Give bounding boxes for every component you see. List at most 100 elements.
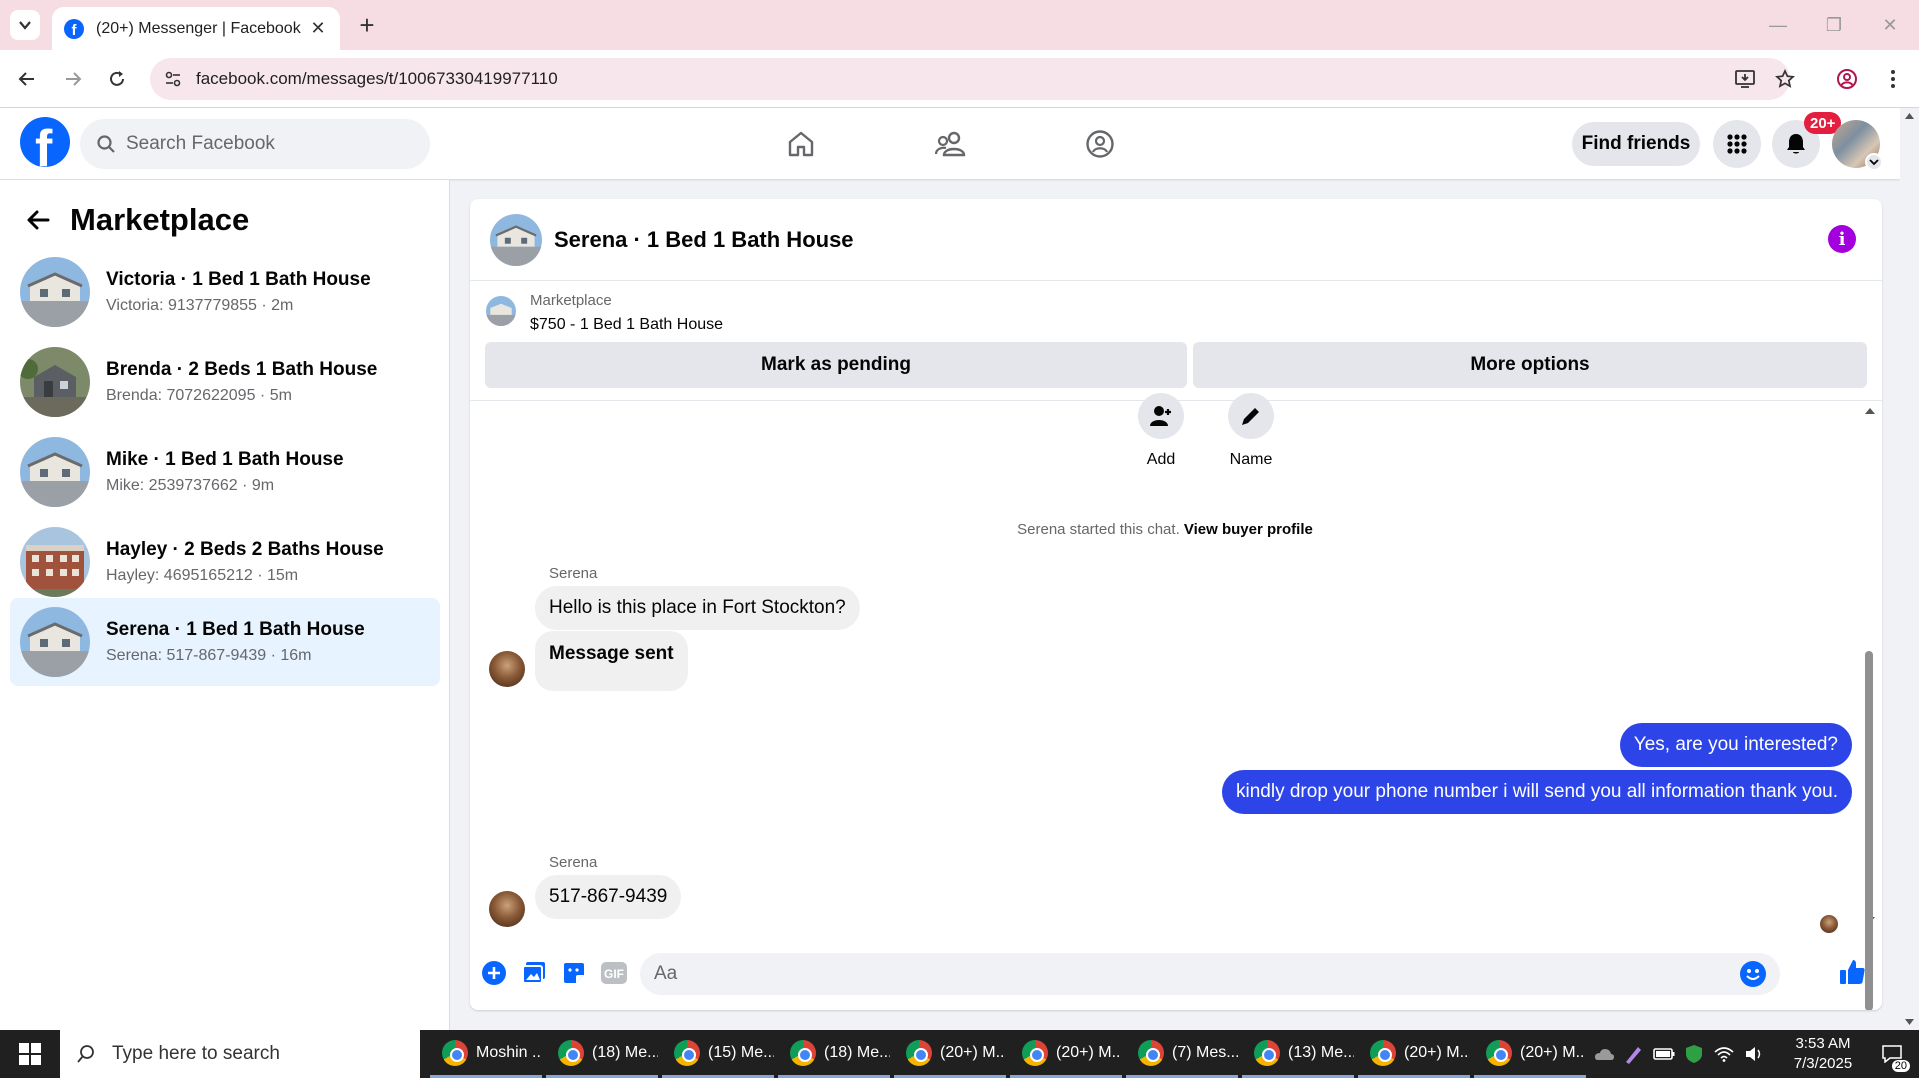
message-input-box[interactable] bbox=[640, 953, 1780, 995]
arrow-right-icon bbox=[66, 72, 82, 86]
bookmark-star-icon[interactable] bbox=[1770, 64, 1800, 94]
browser-tab-active[interactable]: f (20+) Messenger | Facebook ✕ bbox=[52, 7, 340, 50]
conversation-item[interactable]: Brenda · 2 Beds 1 Bath House Brenda: 707… bbox=[10, 338, 440, 426]
taskbar-app[interactable]: (20+) M... bbox=[894, 1030, 1006, 1078]
pencil-icon bbox=[1228, 393, 1274, 439]
message-bubble-incoming[interactable]: Message sent bbox=[535, 631, 688, 691]
conversation-name: Hayley · 2 Beds 2 Baths House bbox=[106, 539, 384, 560]
tab-search-button[interactable] bbox=[10, 10, 40, 40]
more-options-button[interactable]: More options bbox=[1193, 342, 1867, 388]
name-action[interactable]: Name bbox=[1211, 393, 1291, 469]
message-input[interactable] bbox=[654, 963, 1714, 985]
add-action[interactable]: Add bbox=[1121, 393, 1201, 469]
volume-icon[interactable] bbox=[1740, 1030, 1768, 1078]
conversation-item-selected[interactable]: Serena · 1 Bed 1 Bath House Serena: 517-… bbox=[10, 598, 440, 686]
onedrive-cloud-icon[interactable] bbox=[1590, 1030, 1618, 1078]
facebook-search[interactable] bbox=[80, 119, 430, 169]
address-bar[interactable]: facebook.com/messages/t/1006733041997711… bbox=[150, 58, 1790, 100]
conversation-item[interactable]: Mike · 1 Bed 1 Bath House Mike: 25397376… bbox=[10, 428, 440, 516]
tab-close-icon[interactable]: ✕ bbox=[308, 18, 328, 39]
chrome-icon bbox=[442, 1039, 468, 1066]
house-thumbnail bbox=[20, 347, 90, 417]
mark-as-pending-button[interactable]: Mark as pending bbox=[485, 342, 1187, 388]
page-scrollbar[interactable] bbox=[1900, 108, 1919, 1030]
svg-text:GIF: GIF bbox=[604, 967, 624, 981]
search-icon bbox=[97, 135, 115, 153]
taskbar-app[interactable]: (20+) M... bbox=[1010, 1030, 1122, 1078]
message-bubble-incoming[interactable]: Hello is this place in Fort Stockton? bbox=[535, 586, 860, 630]
marketplace-sidebar: Marketplace Victoria · 1 Bed 1 Bath Hous… bbox=[0, 180, 450, 1030]
conversation-item[interactable]: Victoria · 1 Bed 1 Bath House Victoria: … bbox=[10, 248, 440, 336]
window-close-button[interactable]: ✕ bbox=[1862, 0, 1918, 50]
friends-icon[interactable] bbox=[927, 120, 975, 168]
browser-menu-icon[interactable] bbox=[1878, 64, 1908, 94]
taskbar-app[interactable]: (18) Me... bbox=[778, 1030, 890, 1078]
taskbar-app[interactable]: (20+) M... bbox=[1358, 1030, 1470, 1078]
sender-name: Serena bbox=[549, 854, 598, 871]
thumbs-up-icon[interactable] bbox=[1836, 956, 1868, 988]
chat-avatar[interactable] bbox=[490, 213, 542, 266]
message-bubble-outgoing[interactable]: kindly drop your phone number i will sen… bbox=[1222, 770, 1852, 814]
conversation-preview: Mike: 2539737662 · 9m bbox=[106, 477, 275, 494]
sender-avatar[interactable] bbox=[489, 651, 525, 687]
sticker-icon[interactable] bbox=[559, 958, 589, 988]
taskbar-app[interactable]: (7) Mes... bbox=[1126, 1030, 1238, 1078]
gif-icon[interactable]: GIF bbox=[599, 958, 629, 988]
reload-button[interactable] bbox=[102, 64, 132, 94]
taskbar-clock[interactable]: 3:53 AM 7/3/2025 bbox=[1778, 1034, 1868, 1074]
grid-icon bbox=[1727, 134, 1747, 154]
taskbar-app[interactable]: (15) Me... bbox=[662, 1030, 774, 1078]
message-bubble-outgoing[interactable]: Yes, are you interested? bbox=[1619, 723, 1852, 767]
back-arrow-icon[interactable] bbox=[20, 202, 56, 238]
security-shield-icon[interactable] bbox=[1680, 1030, 1708, 1078]
chevron-down-icon bbox=[19, 21, 31, 30]
taskbar-search[interactable]: Type here to search bbox=[60, 1030, 420, 1078]
conversation-item[interactable]: Hayley · 2 Beds 2 Baths House Hayley: 46… bbox=[10, 518, 440, 606]
plus-circle-icon[interactable] bbox=[479, 958, 509, 988]
minimize-button[interactable]: — bbox=[1750, 0, 1806, 50]
message-bubble-incoming[interactable]: 517-867-9439 bbox=[535, 875, 682, 919]
chrome-icon bbox=[1022, 1039, 1048, 1066]
taskbar-app[interactable]: Moshin ... bbox=[430, 1030, 542, 1078]
taskbar-app[interactable]: (20+) M... bbox=[1474, 1030, 1586, 1078]
message-thread: Add Name Serena started this chat. View … bbox=[470, 393, 1882, 1010]
home-icon[interactable] bbox=[777, 120, 825, 168]
emoji-icon[interactable] bbox=[1740, 961, 1766, 987]
back-button[interactable] bbox=[12, 64, 42, 94]
new-tab-button[interactable]: + bbox=[352, 10, 382, 40]
view-buyer-profile-link[interactable]: View buyer profile bbox=[1184, 521, 1313, 538]
profile-icon[interactable] bbox=[1832, 64, 1862, 94]
account-avatar[interactable] bbox=[1832, 120, 1883, 171]
pen-icon[interactable] bbox=[1620, 1030, 1648, 1078]
chat-started-notice: Serena started this chat. View buyer pro… bbox=[470, 521, 1860, 538]
system-text: Serena started this chat. bbox=[1017, 521, 1180, 538]
taskbar-app[interactable]: (18) Me... bbox=[546, 1030, 658, 1078]
windows-taskbar: Type here to search Moshin ... (18) Me..… bbox=[0, 1030, 1919, 1078]
wifi-icon[interactable] bbox=[1710, 1030, 1738, 1078]
facebook-top-nav: f Find friends 20+ bbox=[0, 108, 1900, 179]
listing-banner: Marketplace $750 - 1 Bed 1 Bath House Ma… bbox=[470, 281, 1882, 401]
search-input[interactable] bbox=[126, 133, 406, 155]
photo-icon[interactable] bbox=[519, 958, 549, 988]
battery-icon[interactable] bbox=[1650, 1030, 1678, 1078]
listing-thumbnail[interactable] bbox=[486, 296, 516, 326]
url-text: facebook.com/messages/t/1006733041997711… bbox=[196, 69, 558, 88]
facebook-logo[interactable]: f bbox=[20, 117, 70, 167]
conversation-preview: Hayley: 4695165212 · 15m bbox=[106, 567, 299, 584]
info-icon[interactable]: i bbox=[1828, 225, 1856, 253]
windows-start-button[interactable] bbox=[0, 1030, 60, 1078]
conversation-name: Brenda · 2 Beds 1 Bath House bbox=[106, 359, 378, 380]
conversation-preview: Serena: 517-867-9439 · 16m bbox=[106, 647, 312, 664]
sender-avatar[interactable] bbox=[489, 891, 525, 927]
menu-grid-button[interactable] bbox=[1713, 120, 1761, 168]
notification-center-button[interactable]: 20 bbox=[1872, 1030, 1912, 1078]
find-friends-button[interactable]: Find friends bbox=[1572, 122, 1700, 166]
listing-price[interactable]: $750 - 1 Bed 1 Bath House bbox=[530, 316, 723, 334]
groups-icon[interactable] bbox=[1076, 120, 1124, 168]
chat-title[interactable]: Serena · 1 Bed 1 Bath House bbox=[554, 227, 854, 253]
forward-button[interactable] bbox=[58, 64, 88, 94]
taskbar-app[interactable]: (13) Me... bbox=[1242, 1030, 1354, 1078]
restore-button[interactable]: ❐ bbox=[1806, 0, 1862, 50]
site-settings-icon[interactable] bbox=[164, 70, 182, 88]
install-app-icon[interactable] bbox=[1730, 64, 1760, 94]
